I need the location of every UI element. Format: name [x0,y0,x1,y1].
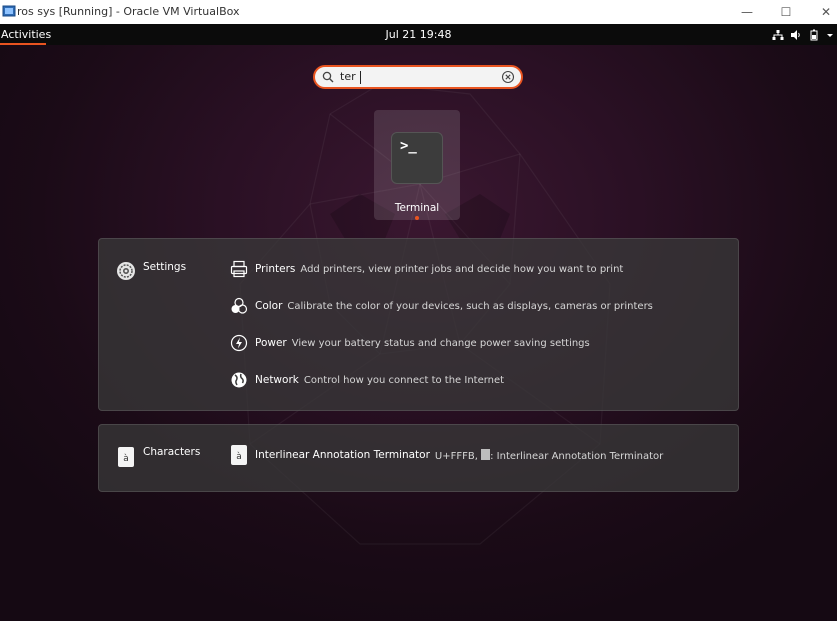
provider-name-settings[interactable]: Settings [143,261,186,273]
globe-icon [231,372,247,388]
result-title: Network [255,374,299,386]
search-box[interactable] [313,65,523,89]
close-button[interactable]: ✕ [815,2,837,22]
result-description: U+FFFB, : Interlinear Annotation Termina… [434,448,664,462]
settings-gear-icon[interactable] [116,261,136,281]
result-description: Control how you connect to the Internet [303,374,505,386]
power-icon [230,334,248,352]
search-input[interactable] [340,67,495,87]
printer-icon [230,260,248,278]
character-icon: à [230,445,248,465]
gnome-top-bar: Activities Jul 21 19:48 [0,24,837,45]
app-result-terminal[interactable]: >_ Terminal [374,110,460,220]
terminal-prompt-glyph: >_ [400,138,417,154]
dropdown-arrow-icon [827,33,833,37]
result-description: Calibrate the color of your devices, suc… [287,300,653,312]
guest-desktop: Activities Jul 21 19:48 ter >_ Terminal … [0,24,837,621]
settings-results-panel: Settings Printers Add printers, view pri… [98,238,739,411]
clock[interactable]: Jul 21 19:48 [0,24,837,45]
codepoint-text: U+FFFB, [434,450,478,462]
minimize-button[interactable]: — [736,2,758,22]
running-indicator [415,216,419,220]
result-title: Power [255,337,287,349]
virtualbox-titlebar: ros sys [Running] - Oracle VM VirtualBox… [0,0,837,24]
result-interlinear-annotation-terminator[interactable]: à Interlinear Annotation Terminator U+FF… [230,445,663,465]
system-tray[interactable] [772,24,837,45]
virtualbox-app-icon [2,5,16,17]
result-title: Printers [255,263,296,275]
result-description: View your battery status and change powe… [291,337,590,349]
character-glyph: à [231,445,247,465]
result-title: Color [255,300,283,312]
clear-search-icon[interactable] [501,70,515,84]
result-printers[interactable]: Printers Add printers, view printer jobs… [230,259,623,279]
search-icon [322,71,334,83]
provider-name-characters[interactable]: Characters [143,446,200,458]
battery-icon [810,29,818,40]
network-wired-icon [772,29,784,40]
characters-app-icon[interactable]: à [116,447,136,467]
volume-icon [791,29,800,40]
character-name-text: : Interlinear Annotation Terminator [490,450,664,462]
result-network[interactable]: Network Control how you connect to the I… [230,370,504,390]
result-title: Interlinear Annotation Terminator [255,449,430,461]
window-title: ros sys [Running] - Oracle VM VirtualBox [17,5,240,18]
characters-app-glyph: à [118,447,134,467]
result-power[interactable]: Power View your battery status and chang… [230,333,590,353]
terminal-icon: >_ [391,132,443,184]
app-result-label: Terminal [394,202,440,214]
maximize-button[interactable]: ☐ [775,2,797,22]
result-description: Add printers, view printer jobs and deci… [300,263,624,275]
text-cursor [360,71,361,84]
color-icon [231,297,248,314]
result-color[interactable]: Color Calibrate the color of your device… [230,296,653,316]
unprintable-glyph-box [481,448,491,460]
characters-results-panel: à Characters à Interlinear Annotation Te… [98,424,739,492]
